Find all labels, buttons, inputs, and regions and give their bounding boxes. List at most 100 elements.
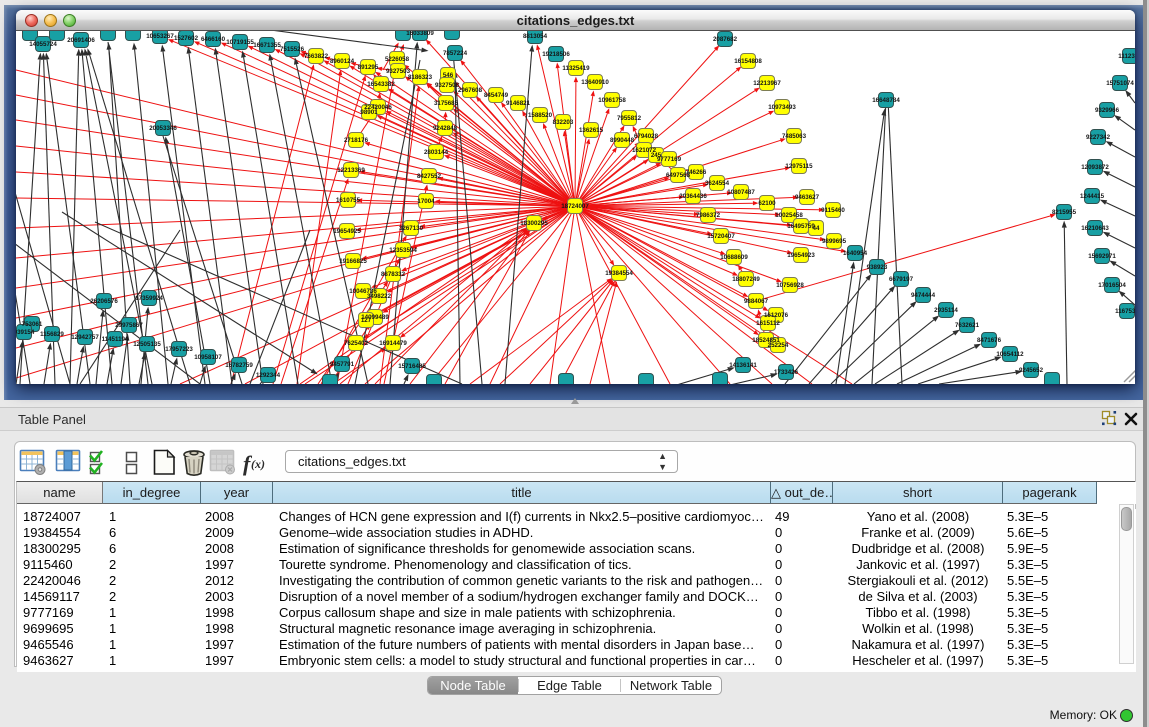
- svg-text:98901: 98901: [360, 109, 378, 116]
- svg-text:1612076: 1612076: [764, 312, 789, 319]
- svg-text:17004: 17004: [417, 198, 435, 205]
- svg-text:16033809: 16033809: [406, 31, 434, 37]
- svg-text:19384554: 19384554: [605, 270, 633, 277]
- svg-text:2718176: 2718176: [344, 137, 369, 144]
- svg-text:12353594: 12353594: [389, 247, 417, 254]
- svg-text:10688609: 10688609: [720, 254, 748, 261]
- svg-text:8960124: 8960124: [330, 58, 355, 65]
- svg-text:14055724: 14055724: [29, 41, 57, 48]
- svg-text:1244415: 1244415: [1080, 193, 1105, 200]
- svg-text:15692971: 15692971: [1088, 253, 1116, 260]
- svg-text:10654112: 10654112: [996, 351, 1024, 358]
- svg-text:127: 127: [361, 317, 372, 324]
- svg-text:7986372: 7986372: [696, 212, 721, 219]
- svg-text:11451194: 11451194: [102, 336, 129, 343]
- svg-text:10719155: 10719155: [226, 39, 254, 46]
- svg-text:9474444: 9474444: [911, 292, 936, 299]
- svg-text:16671355: 16671355: [253, 42, 281, 49]
- svg-text:29975867: 29975867: [115, 322, 143, 329]
- svg-text:18807249: 18807249: [732, 276, 760, 283]
- svg-text:1733426: 1733426: [774, 369, 799, 376]
- svg-text:9227342: 9227342: [1086, 134, 1111, 141]
- svg-text:20053346: 20053346: [149, 125, 177, 132]
- svg-text:10653267: 10653267: [146, 33, 174, 40]
- svg-text:8427552: 8427552: [417, 173, 442, 180]
- svg-text:8454749: 8454749: [484, 92, 509, 99]
- svg-text:44: 44: [813, 225, 820, 232]
- svg-text:9327503: 9327503: [386, 68, 411, 75]
- svg-text:3175685: 3175685: [434, 100, 459, 107]
- svg-text:7625402: 7625402: [344, 340, 369, 347]
- svg-text:1362615: 1362615: [579, 127, 604, 134]
- svg-text:1640954: 1640954: [843, 250, 868, 257]
- svg-text:10961758: 10961758: [598, 97, 626, 104]
- svg-text:15716485: 15716485: [398, 363, 426, 370]
- svg-text:19654925: 19654925: [333, 228, 361, 235]
- svg-text:16648784: 16648784: [872, 97, 900, 104]
- svg-text:10756928: 10756928: [776, 282, 804, 289]
- svg-text:8186323: 8186323: [408, 74, 433, 81]
- svg-text:17957223: 17957223: [165, 346, 193, 353]
- svg-text:20364436: 20364436: [679, 193, 707, 200]
- svg-text:(x): (x): [251, 457, 265, 471]
- svg-text:11325419: 11325419: [562, 65, 590, 72]
- svg-text:891295: 891295: [358, 64, 379, 71]
- svg-text:252254: 252254: [768, 342, 789, 349]
- svg-text:10958107: 10958107: [194, 354, 222, 361]
- svg-text:12213967: 12213967: [753, 80, 781, 87]
- svg-text:9115460: 9115460: [821, 207, 845, 214]
- svg-text:939154: 939154: [16, 329, 35, 336]
- svg-text:1112384: 1112384: [1118, 53, 1135, 60]
- svg-text:7663822: 7663822: [304, 53, 329, 60]
- svg-text:8471676: 8471676: [977, 337, 1002, 344]
- svg-text:1292344: 1292344: [256, 372, 281, 379]
- svg-text:6794028: 6794028: [634, 133, 659, 140]
- svg-text:9242848: 9242848: [433, 125, 458, 132]
- svg-text:18300295: 18300295: [520, 220, 548, 227]
- svg-text:9329966: 9329966: [1095, 107, 1120, 114]
- svg-text:2087682: 2087682: [713, 36, 738, 43]
- svg-text:3498222: 3498222: [367, 293, 392, 300]
- svg-text:19218506: 19218506: [542, 51, 570, 58]
- svg-text:9245652: 9245652: [1019, 367, 1044, 374]
- svg-text:938923: 938923: [867, 264, 888, 271]
- svg-text:9899695: 9899695: [822, 238, 847, 245]
- svg-text:9463627: 9463627: [795, 194, 820, 201]
- svg-text:2967608: 2967608: [458, 87, 483, 94]
- svg-text:18724007: 18724007: [561, 203, 589, 210]
- svg-text:546: 546: [443, 72, 454, 79]
- svg-text:12213369: 12213369: [337, 167, 365, 174]
- svg-text:832203: 832203: [553, 119, 574, 126]
- svg-text:62100: 62100: [758, 200, 776, 207]
- svg-text:1156829: 1156829: [40, 331, 64, 338]
- svg-text:14136141: 14136141: [729, 362, 757, 369]
- svg-text:26206576: 26206576: [90, 298, 118, 305]
- svg-text:8990448: 8990448: [610, 137, 635, 144]
- svg-text:3267130: 3267130: [399, 225, 424, 232]
- svg-text:9327508: 9327508: [435, 82, 460, 89]
- svg-text:16914479: 16914479: [379, 340, 407, 347]
- svg-text:20691406: 20691406: [67, 37, 95, 44]
- svg-text:9457791: 9457791: [330, 361, 355, 368]
- svg-text:8878332: 8878332: [381, 271, 406, 278]
- svg-text:1527602: 1527602: [174, 35, 199, 42]
- svg-text:2803144: 2803144: [424, 149, 449, 156]
- svg-text:17016504: 17016504: [1098, 282, 1126, 289]
- svg-text:9146821: 9146821: [506, 100, 531, 107]
- svg-text:6466160: 6466160: [201, 36, 226, 43]
- svg-text:9777169: 9777169: [657, 156, 682, 163]
- svg-text:10025458: 10025458: [775, 212, 803, 219]
- svg-text:746266: 746266: [686, 169, 707, 176]
- svg-text:16782759: 16782759: [225, 362, 253, 369]
- svg-text:5226058: 5226058: [385, 56, 410, 63]
- svg-text:12942757: 12942757: [71, 334, 99, 341]
- svg-text:1615112: 1615112: [756, 320, 780, 327]
- svg-text:7632621: 7632621: [955, 322, 980, 329]
- svg-text:16543382: 16543382: [367, 81, 395, 88]
- svg-text:7485063: 7485063: [782, 133, 807, 140]
- svg-text:19654923: 19654923: [787, 252, 815, 259]
- svg-text:753061: 753061: [22, 321, 43, 328]
- svg-text:16495759: 16495759: [787, 223, 815, 230]
- svg-text:12975115: 12975115: [785, 163, 813, 170]
- svg-text:16210643: 16210643: [1081, 225, 1109, 232]
